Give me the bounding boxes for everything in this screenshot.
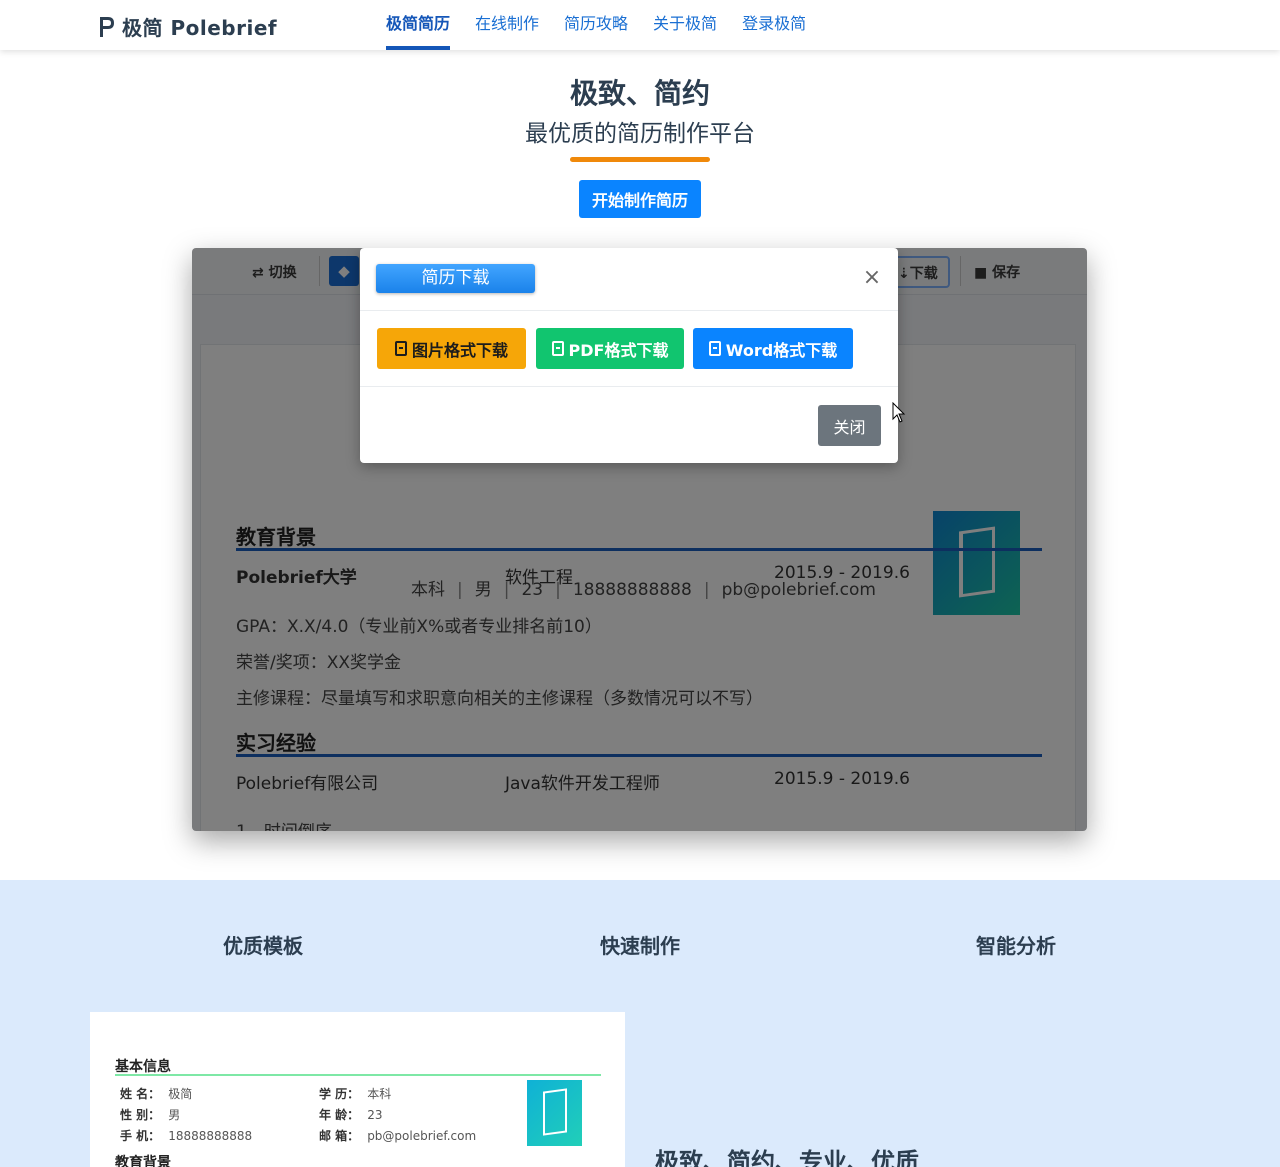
- sample-section-title: 教育背景: [115, 1155, 171, 1167]
- sample-section-divider: [115, 1074, 601, 1076]
- sample-section-title: 基本信息: [115, 1059, 171, 1075]
- slogan: 极致、简约、专业、优质: [655, 1148, 919, 1167]
- nav-item-login[interactable]: 登录极简: [742, 0, 806, 50]
- sample-field: 姓 名： 极简: [120, 1087, 193, 1101]
- modal-close-button[interactable]: 关闭: [818, 405, 881, 446]
- nav-item-home[interactable]: 极简简历: [386, 0, 451, 50]
- file-pdf-icon: [551, 341, 564, 356]
- sample-field: 学 历： 本科: [319, 1087, 392, 1101]
- modal-body: 图片格式下载 PDF格式下载 Word格式下载: [360, 311, 898, 387]
- modal-header: 简历下载 ×: [360, 248, 898, 311]
- nav-item-guide[interactable]: 简历攻略: [564, 0, 628, 50]
- feature-templates: 优质模板: [223, 934, 303, 958]
- sample-field: 手 机： 18888888888: [120, 1129, 253, 1143]
- sample-field: 邮 箱： pb@polebrief.com: [319, 1129, 477, 1143]
- brand-name: 极简 Polebrief: [122, 16, 278, 40]
- sample-field: 性 别：男: [120, 1108, 181, 1122]
- polebrief-logo-icon: [100, 16, 114, 37]
- door-logo-icon: [543, 1088, 567, 1136]
- modal-title: 简历下载: [376, 264, 535, 293]
- nav-item-about[interactable]: 关于极简: [653, 0, 717, 50]
- start-making-resume-button[interactable]: 开始制作简历: [579, 180, 701, 218]
- hero-subtitle: 最优质的简历制作平台: [525, 121, 755, 147]
- editor-preview: ⇄ 切换 ◆ ⇣下载 ■ 保存 本科|男|23|18888888888|pb@p…: [192, 248, 1087, 831]
- features-section: 优质模板 快速制作 智能分析 基本信息 姓 名： 极简 学 历： 本科 性 别：男 …: [0, 880, 1280, 1167]
- file-image-icon: [394, 341, 407, 356]
- feature-analysis: 智能分析: [976, 934, 1056, 958]
- sample-field: 年 龄： 23: [319, 1108, 383, 1122]
- hero-title: 极致、简约: [569, 77, 710, 110]
- close-icon[interactable]: ×: [862, 266, 882, 290]
- nav-links: 极简简历 在线制作 简历攻略 关于极简 登录极简: [386, 0, 831, 50]
- top-nav: 极简 Polebrief 极简简历 在线制作 简历攻略 关于极简 登录极简: [0, 0, 1280, 50]
- hero-accent-bar: [570, 157, 710, 162]
- brand-logo[interactable]: 极简 Polebrief: [98, 12, 277, 41]
- sample-resume: 基本信息 姓 名： 极简 学 历： 本科 性 别：男 年 龄： 23 手 机： 1888…: [90, 1012, 625, 1167]
- pdf-download-button[interactable]: PDF格式下载: [536, 328, 684, 369]
- word-download-button[interactable]: Word格式下载: [693, 328, 853, 369]
- feature-fast: 快速制作: [600, 934, 680, 958]
- sample-photo: [527, 1080, 582, 1146]
- mouse-cursor-icon: [892, 402, 906, 423]
- download-modal: 简历下载 × 图片格式下载 PDF格式下载 Word格式下载 关闭: [360, 248, 898, 463]
- image-download-button[interactable]: 图片格式下载: [377, 328, 526, 369]
- nav-item-online-make[interactable]: 在线制作: [475, 0, 539, 50]
- file-word-icon: [708, 341, 721, 356]
